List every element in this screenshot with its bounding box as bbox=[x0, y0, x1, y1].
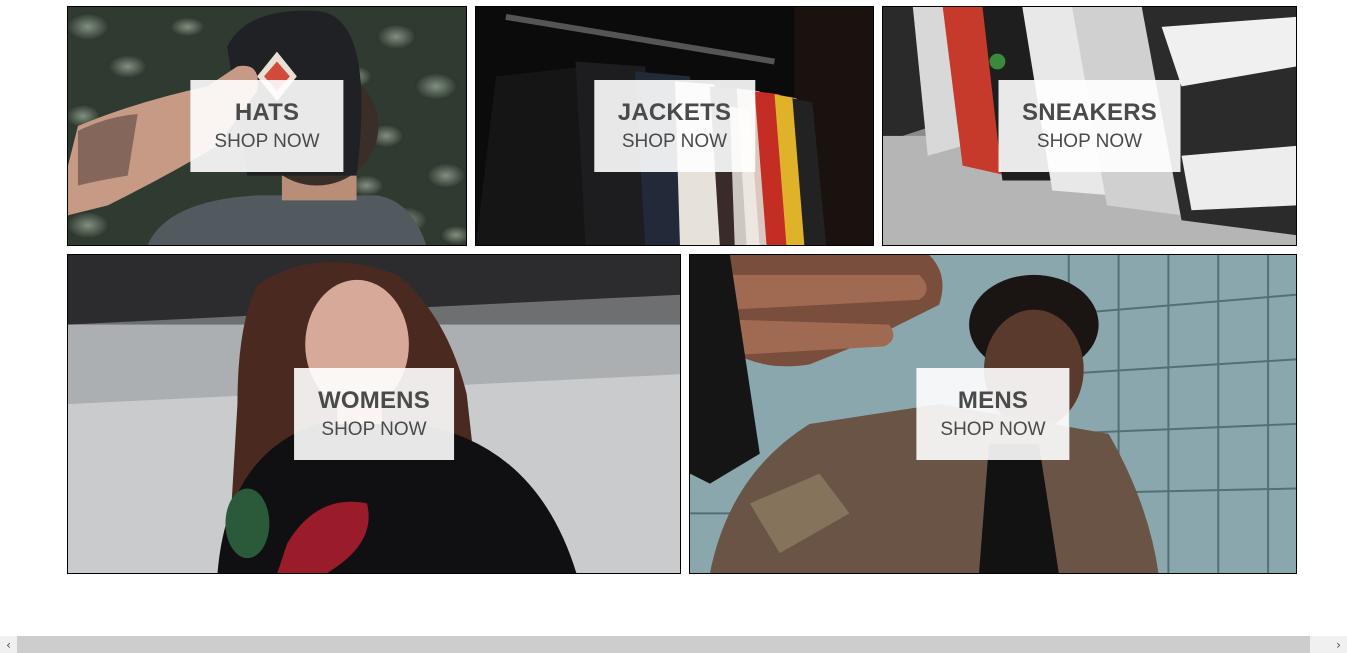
page: HATS SHOP NOW JACKETS SHOP NOW SNEAKERS … bbox=[0, 0, 1347, 653]
category-tile-womens[interactable]: WOMENS SHOP NOW bbox=[67, 254, 681, 574]
womens-label-box: WOMENS SHOP NOW bbox=[294, 368, 454, 460]
jackets-label-box: JACKETS SHOP NOW bbox=[593, 80, 756, 172]
mens-shop-now[interactable]: SHOP NOW bbox=[940, 416, 1045, 444]
jackets-shop-now[interactable]: SHOP NOW bbox=[618, 128, 731, 156]
jackets-title: JACKETS bbox=[617, 99, 732, 126]
scroll-left-arrow-icon[interactable]: ‹ bbox=[0, 636, 17, 653]
sneakers-shop-now[interactable]: SHOP NOW bbox=[1022, 128, 1157, 156]
womens-shop-now[interactable]: SHOP NOW bbox=[318, 416, 430, 444]
category-tile-sneakers[interactable]: SNEAKERS SHOP NOW bbox=[882, 6, 1297, 246]
scrollbar-thumb[interactable] bbox=[17, 636, 1310, 653]
hats-title: HATS bbox=[234, 99, 300, 126]
womens-title: WOMENS bbox=[318, 387, 430, 414]
hats-label-box: HATS SHOP NOW bbox=[190, 80, 344, 172]
hats-shop-now[interactable]: SHOP NOW bbox=[214, 128, 319, 156]
sneakers-title: SNEAKERS bbox=[1022, 99, 1157, 126]
category-tile-hats[interactable]: HATS SHOP NOW bbox=[67, 6, 467, 246]
scroll-right-arrow-icon[interactable]: › bbox=[1330, 636, 1347, 653]
horizontal-scrollbar[interactable]: ‹ › bbox=[0, 636, 1347, 653]
sneakers-label-box: SNEAKERS SHOP NOW bbox=[998, 80, 1181, 172]
mens-label-box: MENS SHOP NOW bbox=[916, 368, 1070, 460]
category-tile-jackets[interactable]: JACKETS SHOP NOW bbox=[475, 6, 874, 246]
category-tile-mens[interactable]: MENS SHOP NOW bbox=[689, 254, 1297, 574]
mens-title: MENS bbox=[957, 387, 1029, 414]
